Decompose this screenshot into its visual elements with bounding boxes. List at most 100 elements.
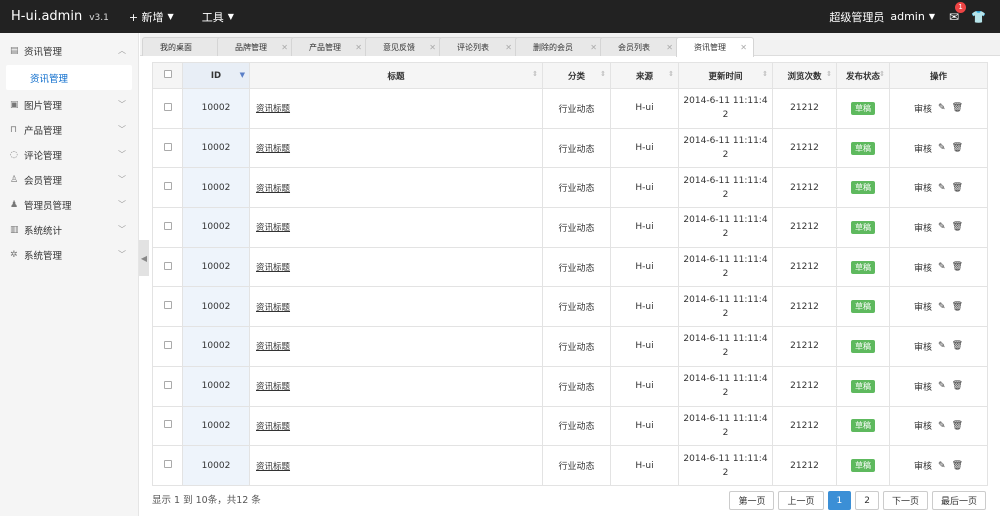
row-checkbox[interactable] [163,420,172,429]
page-2-button[interactable]: 2 [855,491,879,510]
sidebar-item-members[interactable]: ♙ 会员管理 ﹀ [0,167,138,192]
tab-brand[interactable]: 品牌管理 ✕ [217,37,295,56]
review-button[interactable]: 审核 [914,142,932,155]
tab-news-active[interactable]: 资讯管理 ✕ [676,37,754,57]
review-button[interactable]: 审核 [914,380,932,393]
row-checkbox[interactable] [163,301,172,310]
row-title-link[interactable]: 资讯标题 [256,422,290,432]
review-button[interactable]: 审核 [914,300,932,313]
edit-icon[interactable]: ✎ [938,421,946,431]
brand[interactable]: H-ui.admin v3.1 [0,9,109,24]
close-icon[interactable]: ✕ [740,43,747,52]
last-page-button[interactable]: 最后一页 [931,491,986,510]
trash-icon[interactable]: 🗑 [952,421,963,431]
prev-page-button[interactable]: 上一页 [778,491,824,510]
row-title-link[interactable]: 资讯标题 [256,462,290,472]
sidebar-subitem-news[interactable]: 资讯管理 [6,65,132,90]
trash-icon[interactable]: 🗑 [952,143,963,153]
column-header-updated[interactable]: 更新时间 ⇕ [678,62,773,89]
row-id: 10002 [182,167,250,209]
row-updated: 2014-6-11 11:11:4 2 [678,405,773,447]
row-checkbox[interactable] [163,380,172,389]
row-title-link[interactable]: 资讯标题 [256,184,290,194]
trash-icon[interactable]: 🗑 [952,222,963,232]
edit-icon[interactable]: ✎ [938,302,946,312]
edit-icon[interactable]: ✎ [938,183,946,193]
trash-icon[interactable]: 🗑 [952,302,963,312]
review-button[interactable]: 审核 [914,340,932,353]
tab-comments[interactable]: 评论列表 ✕ [439,37,519,56]
close-icon[interactable]: ✕ [355,43,362,52]
brand-name[interactable]: H-ui.admin [11,9,82,24]
row-title-link[interactable]: 资讯标题 [256,303,290,313]
review-button[interactable]: 审核 [914,221,932,234]
review-button[interactable]: 审核 [914,419,932,432]
column-header-category[interactable]: 分类 ⇕ [542,62,611,89]
trash-icon[interactable]: 🗑 [952,262,963,272]
sidebar-item-stats[interactable]: ▥ 系统统计 ﹀ [0,217,138,242]
sidebar-item-admins[interactable]: ♟ 管理员管理 ﹀ [0,192,138,217]
review-button[interactable]: 审核 [914,181,932,194]
sidebar-toggle[interactable]: ◀ [139,240,149,276]
trash-icon[interactable]: 🗑 [952,103,963,113]
row-checkbox[interactable] [163,142,172,151]
trash-icon[interactable]: 🗑 [952,381,963,391]
row-checkbox[interactable] [163,182,172,191]
close-icon[interactable]: ✕ [281,43,288,52]
trash-icon[interactable]: 🗑 [952,461,963,471]
review-button[interactable]: 审核 [914,102,932,115]
add-new-menu[interactable]: + 新增 ▼ [129,9,174,25]
next-page-button[interactable]: 下一页 [882,491,928,510]
edit-icon[interactable]: ✎ [938,262,946,272]
row-title-link[interactable]: 资讯标题 [256,382,290,392]
select-all-checkbox[interactable] [163,70,172,78]
trash-icon[interactable]: 🗑 [952,341,963,351]
close-icon[interactable]: ✕ [666,43,673,52]
edit-icon[interactable]: ✎ [938,103,946,113]
row-title-link[interactable]: 资讯标题 [256,144,290,154]
user-menu[interactable]: admin ▼ [890,10,935,23]
close-icon[interactable]: ✕ [590,43,597,52]
sidebar-item-system[interactable]: ✲ 系统管理 ﹀ [0,242,138,267]
row-title-link[interactable]: 资讯标题 [256,104,290,114]
tab-deleted-members[interactable]: 删除的会员 ✕ [515,37,604,56]
page-1-button[interactable]: 1 [827,491,852,510]
row-checkbox[interactable] [163,460,172,469]
tab-feedback[interactable]: 意见反馈 ✕ [365,37,443,56]
column-header-source[interactable]: 来源 ⇕ [610,62,679,89]
edit-icon[interactable]: ✎ [938,461,946,471]
review-button[interactable]: 审核 [914,261,932,274]
column-header-title[interactable]: 标题 ⇕ [249,62,543,89]
row-checkbox[interactable] [163,340,172,349]
first-page-button[interactable]: 第一页 [729,491,775,510]
row-checkbox[interactable] [163,261,172,270]
sidebar-item-images[interactable]: ▣ 图片管理 ﹀ [0,92,138,117]
edit-icon[interactable]: ✎ [938,381,946,391]
sidebar-item-products[interactable]: ⊓ 产品管理 ﹀ [0,117,138,142]
tools-menu[interactable]: 工具 ▼ [202,9,234,25]
tab-desktop[interactable]: 我的桌面 [142,37,222,56]
column-header-id[interactable]: ID ▼ [182,62,250,89]
edit-icon[interactable]: ✎ [938,341,946,351]
row-title-link[interactable]: 资讯标题 [256,263,290,273]
skin-icon[interactable]: 👕 [971,10,986,24]
row-source: H-ui [610,88,679,129]
trash-icon[interactable]: 🗑 [952,183,963,193]
row-checkbox[interactable] [163,102,172,111]
sidebar-item-news[interactable]: ▤ 资讯管理 ︿ [0,38,138,63]
row-id: 10002 [182,207,250,248]
row-title-link[interactable]: 资讯标题 [256,342,290,352]
close-icon[interactable]: ✕ [505,43,512,52]
edit-icon[interactable]: ✎ [938,222,946,232]
review-button[interactable]: 审核 [914,459,932,472]
mail-icon[interactable]: ✉ 1 [949,1,967,24]
tab-products[interactable]: 产品管理 ✕ [291,37,369,56]
row-title-link[interactable]: 资讯标题 [256,223,290,233]
sidebar-item-comments[interactable]: ◌ 评论管理 ﹀ [0,142,138,167]
close-icon[interactable]: ✕ [429,43,436,52]
column-header-views[interactable]: 浏览次数 ⇕ [772,62,837,89]
edit-icon[interactable]: ✎ [938,143,946,153]
tab-member-list[interactable]: 会员列表 ✕ [600,37,680,56]
row-checkbox[interactable] [163,221,172,230]
column-header-status[interactable]: 发布状态 ⇕ [836,62,890,89]
